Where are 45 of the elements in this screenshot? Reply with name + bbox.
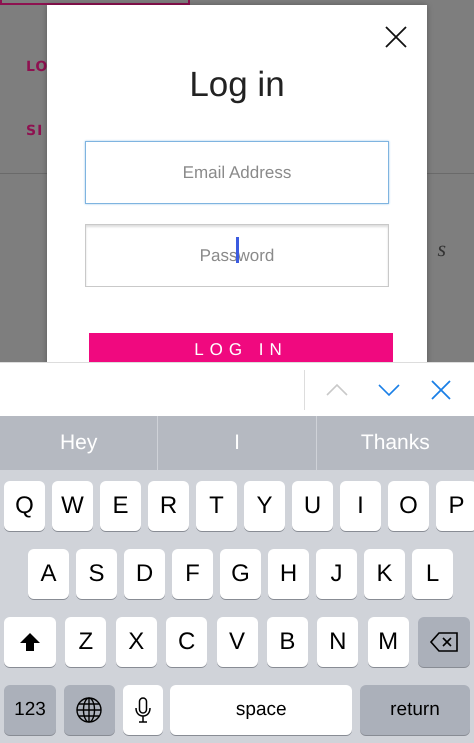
return-key[interactable]: return <box>360 685 470 735</box>
backspace-icon <box>430 632 458 652</box>
letter-key[interactable]: P <box>436 481 474 531</box>
letter-key[interactable]: N <box>317 617 358 667</box>
letter-key[interactable]: Z <box>65 617 106 667</box>
letter-key[interactable]: E <box>100 481 141 531</box>
dialog-title: Log in <box>189 65 285 105</box>
letter-key[interactable]: R <box>148 481 189 531</box>
letter-key[interactable]: D <box>124 549 165 599</box>
globe-icon <box>76 697 102 723</box>
letter-key[interactable]: C <box>166 617 208 667</box>
numbers-key[interactable]: 123 <box>4 685 56 735</box>
letter-key[interactable]: V <box>216 617 258 667</box>
login-button[interactable]: LOG IN <box>89 333 393 362</box>
letter-key[interactable]: H <box>268 549 309 599</box>
chevron-down-icon <box>378 384 400 396</box>
letter-key[interactable]: O <box>388 481 429 531</box>
letter-key[interactable]: J <box>316 549 357 599</box>
letter-key[interactable]: S <box>76 549 117 599</box>
letter-key[interactable]: Q <box>4 481 45 531</box>
letter-key[interactable]: M <box>368 617 409 667</box>
close-icon[interactable] <box>385 26 407 48</box>
letter-key[interactable]: I <box>340 481 381 531</box>
letter-key[interactable]: A <box>28 549 69 599</box>
letter-key[interactable]: F <box>172 549 213 599</box>
letter-key[interactable]: U <box>292 481 333 531</box>
text-field[interactable]: Email Address <box>85 141 389 204</box>
letter-key[interactable]: Y <box>244 481 285 531</box>
globe-key[interactable] <box>64 685 115 735</box>
chevron-up-icon <box>326 384 348 396</box>
letter-key[interactable]: T <box>196 481 237 531</box>
heading-fragment: s <box>437 236 446 262</box>
space-key[interactable]: space <box>170 685 352 735</box>
dictation-key[interactable] <box>122 685 162 735</box>
letter-key[interactable]: L <box>412 549 453 599</box>
letter-key[interactable]: K <box>364 549 405 599</box>
close-icon <box>431 380 451 400</box>
microphone-icon <box>134 697 150 723</box>
shift-key[interactable] <box>4 617 56 667</box>
letter-key[interactable]: B <box>266 617 308 667</box>
delete-key[interactable] <box>418 617 470 667</box>
letter-key[interactable]: X <box>116 617 157 667</box>
shift-arrow-icon <box>19 632 41 652</box>
letter-key[interactable]: G <box>220 549 261 599</box>
letter-key[interactable]: W <box>52 481 93 531</box>
